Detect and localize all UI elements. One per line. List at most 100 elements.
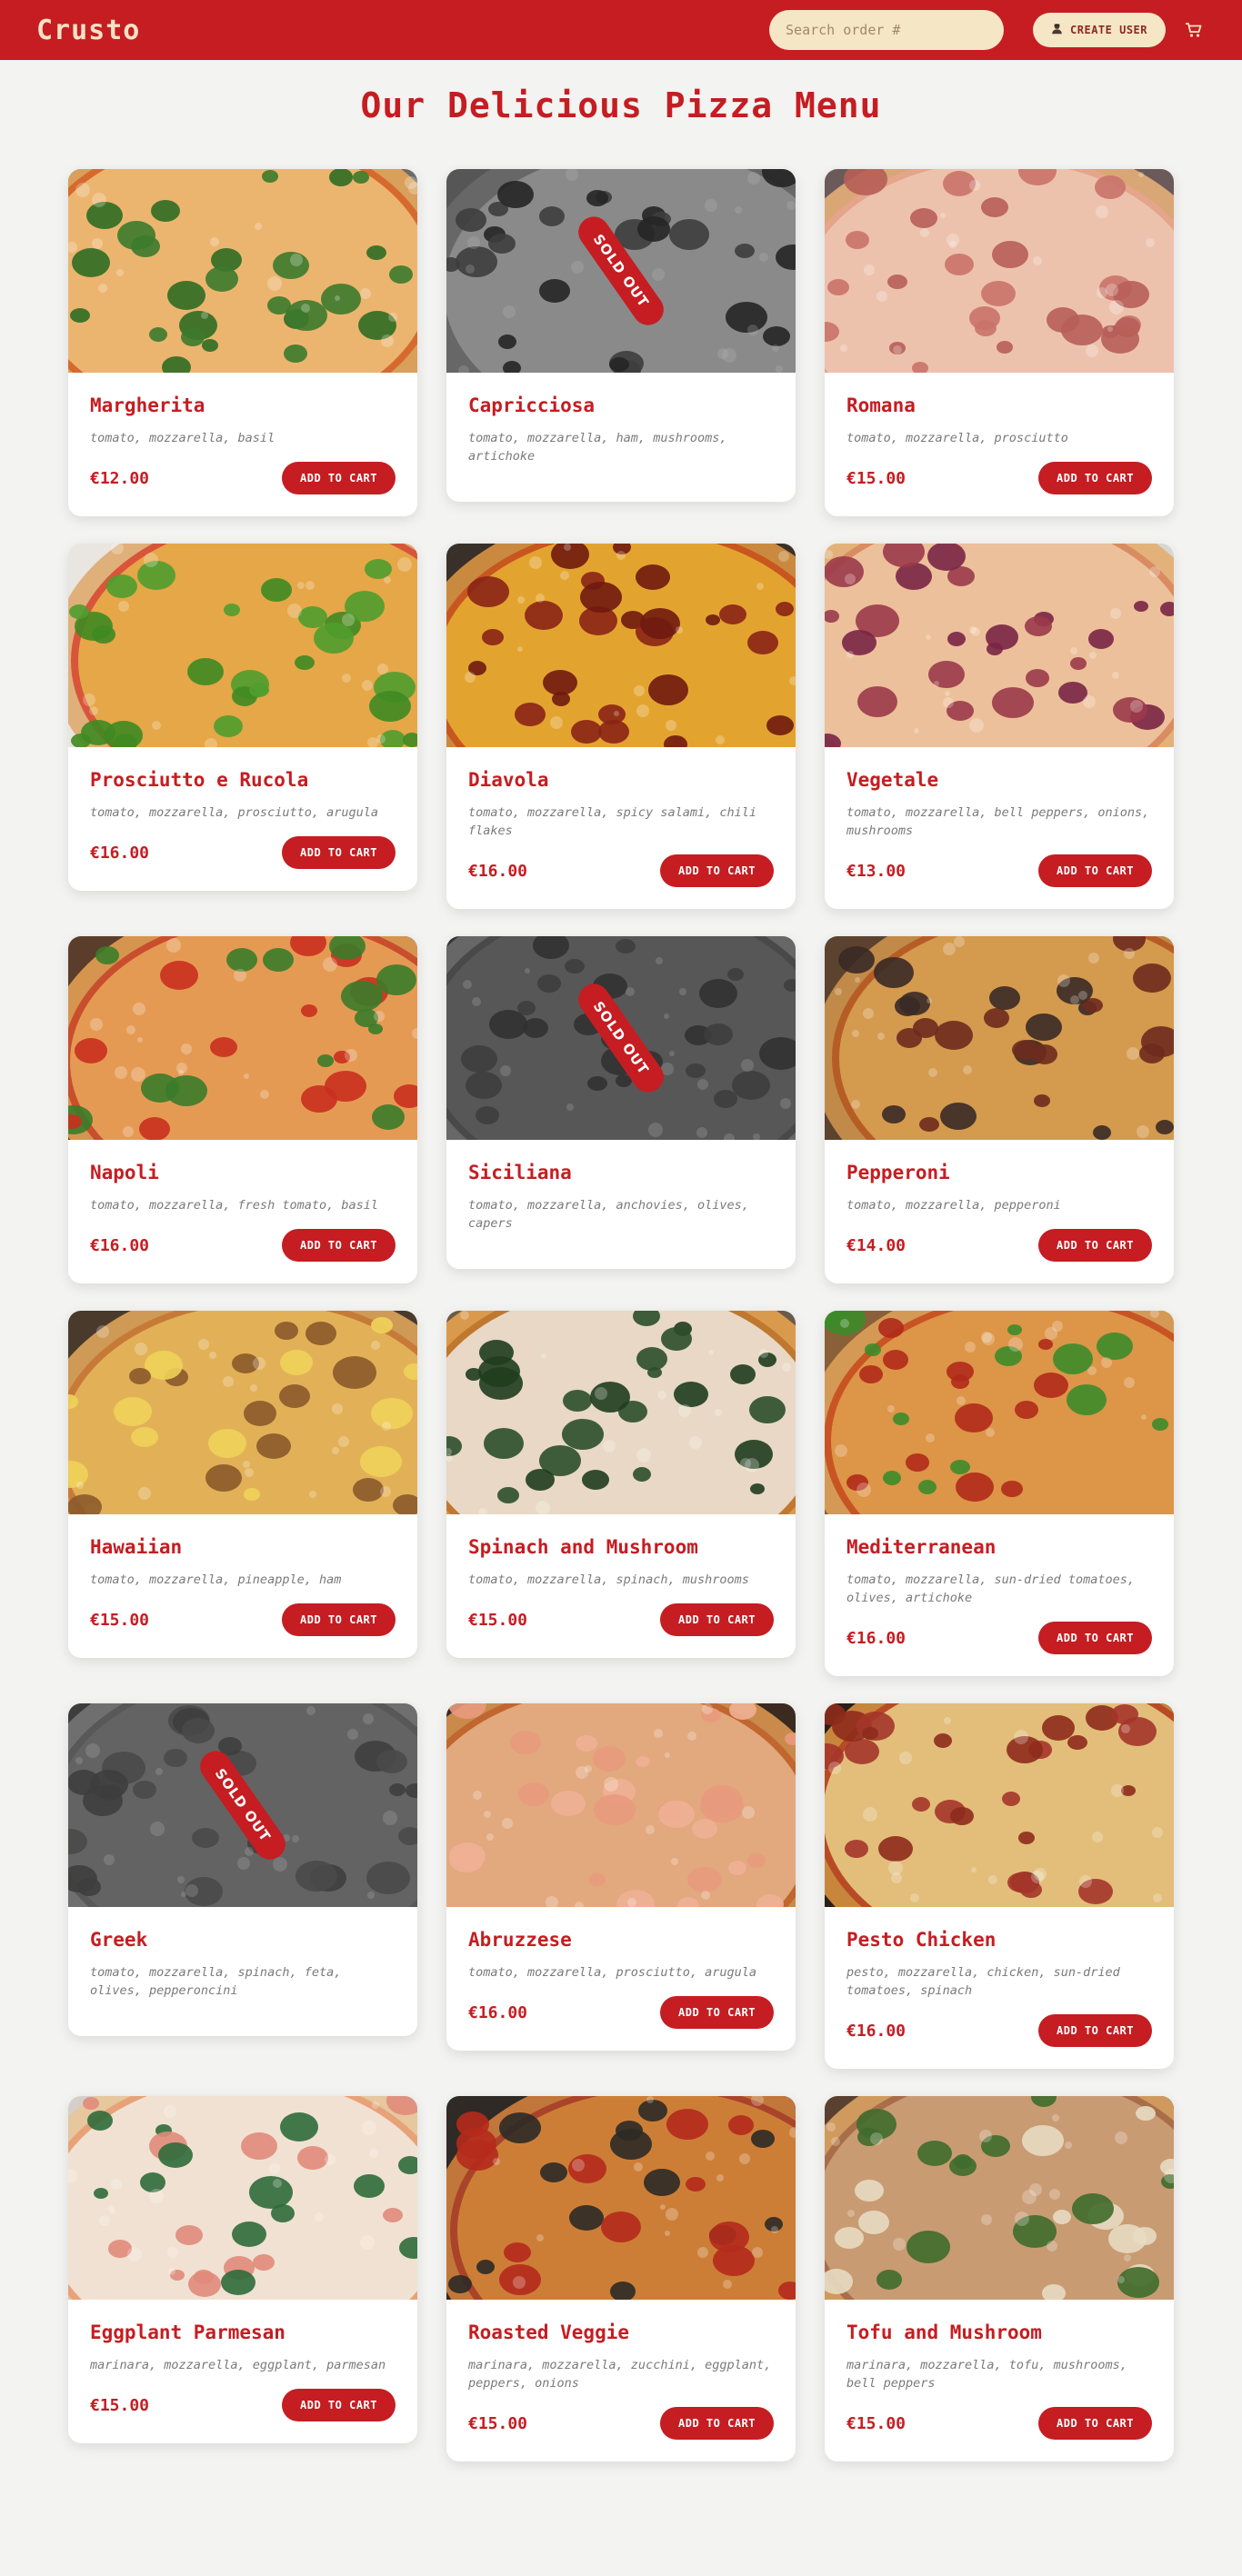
create-user-button[interactable]: CREATE USER — [1033, 13, 1166, 47]
pizza-name: Pesto Chicken — [846, 1929, 997, 1951]
pizza-price: €16.00 — [468, 2002, 528, 2022]
add-to-cart-button[interactable]: ADD TO CART — [282, 462, 396, 494]
add-to-cart-button[interactable]: ADD TO CART — [282, 2389, 396, 2421]
logo[interactable]: Crusto — [36, 15, 140, 46]
pizza-price: €15.00 — [90, 2395, 150, 2415]
pizza-card: SOLD OUT Siciliana tomato, mozzarella, anc… — [446, 936, 796, 1269]
price-row: €15.00 ADD TO CART — [468, 1603, 774, 1636]
add-to-cart-button[interactable]: ADD TO CART — [660, 1996, 774, 2029]
add-to-cart-button[interactable]: ADD TO CART — [1038, 462, 1152, 494]
pizza-name: Diavola — [468, 769, 549, 791]
pizza-ingredients: tomato, mozzarella, anchovies, olives, c… — [468, 1198, 749, 1231]
price-row: €16.00 ADD TO CART — [846, 1622, 1152, 1654]
pizza-name: Spinach and Mushroom — [468, 1536, 698, 1558]
pizza-price: €16.00 — [468, 861, 528, 881]
add-to-cart-button[interactable]: ADD TO CART — [1038, 1229, 1152, 1262]
pizza-card-body: Pepperoni tomato, mozzarella, pepperoni €1… — [825, 1140, 1174, 1283]
pizza-card: SOLD OUT Greek tomato, mozzarella, spinach… — [68, 1703, 417, 2036]
pizza-image — [825, 1703, 1174, 1907]
pizza-card: Vegetale tomato, mozzarella, bell peppers… — [825, 544, 1174, 909]
price-row: €12.00 ADD TO CART — [90, 462, 396, 494]
pizza-card: Napoli tomato, mozzarella, fresh tomato, … — [68, 936, 417, 1283]
pizza-ingredients: tomato, mozzarella, spicy salami, chili … — [468, 805, 756, 838]
pizza-card-body: Abruzzese tomato, mozzarella, prosciutto,… — [446, 1907, 796, 2051]
pizza-price: €15.00 — [846, 468, 906, 488]
pizza-price: €15.00 — [468, 2413, 528, 2433]
pizza-image — [446, 1311, 796, 1514]
pizza-card: Hawaiian tomato, mozzarella, pineapple, h… — [68, 1311, 417, 1658]
pizza-price: €16.00 — [90, 1235, 150, 1255]
pizza-name: Hawaiian — [90, 1536, 183, 1558]
pizza-name: Greek — [90, 1929, 148, 1951]
pizza-image: SOLD OUT — [446, 936, 796, 1140]
add-to-cart-button[interactable]: ADD TO CART — [660, 854, 774, 887]
pizza-name: Capricciosa — [468, 394, 596, 416]
pizza-card-body: Roasted Veggie marinara, mozzarella, zucc… — [446, 2300, 796, 2461]
pizza-name: Eggplant Parmesan — [90, 2321, 285, 2343]
pizza-ingredients: marinara, mozzarella, tofu, mushrooms, b… — [846, 2358, 1127, 2391]
add-to-cart-button[interactable]: ADD TO CART — [1038, 1622, 1152, 1654]
pizza-ingredients: tomato, mozzarella, prosciutto, arugula — [468, 1965, 756, 1980]
pizza-image — [446, 544, 796, 747]
pizza-card: Pesto Chicken pesto, mozzarella, chicken,… — [825, 1703, 1174, 2069]
add-to-cart-button[interactable]: ADD TO CART — [1038, 2014, 1152, 2047]
pizza-card-body: Diavola tomato, mozzarella, spicy salami,… — [446, 747, 796, 909]
pizza-name: Prosciutto e Rucola — [90, 769, 309, 791]
pizza-card: Mediterranean tomato, mozzarella, sun-dri… — [825, 1311, 1174, 1676]
pizza-price: €15.00 — [846, 2413, 906, 2433]
pizza-name: Abruzzese — [468, 1929, 572, 1951]
add-to-cart-button[interactable]: ADD TO CART — [660, 1603, 774, 1636]
pizza-image — [446, 2096, 796, 2300]
add-to-cart-button[interactable]: ADD TO CART — [1038, 854, 1152, 887]
search-order-input[interactable] — [769, 10, 1005, 50]
price-row: €13.00 ADD TO CART — [846, 854, 1152, 887]
pizza-ingredients: pesto, mozzarella, chicken, sun-dried to… — [846, 1965, 1120, 1998]
pizza-price: €15.00 — [468, 1610, 528, 1630]
pizza-ingredients: tomato, mozzarella, ham, mushrooms, arti… — [468, 431, 727, 464]
price-row: €15.00 ADD TO CART — [90, 1603, 396, 1636]
pizza-card-body: Eggplant Parmesan marinara, mozzarella, e… — [68, 2300, 417, 2443]
pizza-image — [825, 169, 1174, 373]
pizza-ingredients: marinara, mozzarella, zucchini, eggplant… — [468, 2358, 772, 2391]
pizza-name: Roasted Veggie — [468, 2321, 630, 2343]
pizza-card-body: Mediterranean tomato, mozzarella, sun-dri… — [825, 1514, 1174, 1676]
pizza-name: Siciliana — [468, 1162, 572, 1183]
pizza-name: Margherita — [90, 394, 205, 416]
pizza-name: Mediterranean — [846, 1536, 997, 1558]
pizza-card-body: Romana tomato, mozzarella, prosciutto €15.… — [825, 373, 1174, 516]
pizza-ingredients: tomato, mozzarella, prosciutto, arugula — [90, 805, 378, 820]
pizza-ingredients: tomato, mozzarella, bell peppers, onions… — [846, 805, 1150, 838]
pizza-image: SOLD OUT — [68, 1703, 417, 1907]
price-row: €16.00 ADD TO CART — [846, 2014, 1152, 2047]
add-to-cart-button[interactable]: ADD TO CART — [282, 836, 396, 869]
pizza-price: €16.00 — [846, 1628, 906, 1648]
add-to-cart-button[interactable]: ADD TO CART — [282, 1229, 396, 1262]
user-icon — [1051, 23, 1063, 38]
add-to-cart-button[interactable]: ADD TO CART — [282, 1603, 396, 1636]
pizza-image — [68, 936, 417, 1140]
pizza-card-body: Prosciutto e Rucola tomato, mozzarella, p… — [68, 747, 417, 891]
price-row: €16.00 ADD TO CART — [468, 854, 774, 887]
pizza-card-body: Pesto Chicken pesto, mozzarella, chicken,… — [825, 1907, 1174, 2069]
page-title: Our Delicious Pizza Menu — [360, 85, 882, 125]
add-to-cart-button[interactable]: ADD TO CART — [1038, 2407, 1152, 2440]
pizza-card: Roasted Veggie marinara, mozzarella, zucc… — [446, 2096, 796, 2461]
cart-icon[interactable] — [1182, 18, 1206, 42]
pizza-card: Prosciutto e Rucola tomato, mozzarella, p… — [68, 544, 417, 891]
price-row: €15.00 ADD TO CART — [846, 2407, 1152, 2440]
price-row: €16.00 ADD TO CART — [468, 1996, 774, 2029]
pizza-card: Eggplant Parmesan marinara, mozzarella, e… — [68, 2096, 417, 2443]
pizza-image — [68, 2096, 417, 2300]
pizza-price: €16.00 — [846, 2021, 906, 2041]
pizza-image — [68, 544, 417, 747]
pizza-card-body: Napoli tomato, mozzarella, fresh tomato, … — [68, 1140, 417, 1283]
pizza-card-body: Vegetale tomato, mozzarella, bell peppers… — [825, 747, 1174, 909]
pizza-card-body: Greek tomato, mozzarella, spinach, feta, … — [68, 1907, 417, 2036]
price-row: €15.00 ADD TO CART — [90, 2389, 396, 2421]
pizza-card: Tofu and Mushroom marinara, mozzarella, t… — [825, 2096, 1174, 2461]
pizza-ingredients: tomato, mozzarella, fresh tomato, basil — [90, 1198, 378, 1213]
pizza-image — [68, 169, 417, 373]
pizza-image — [825, 544, 1174, 747]
pizza-name: Napoli — [90, 1162, 159, 1183]
add-to-cart-button[interactable]: ADD TO CART — [660, 2407, 774, 2440]
